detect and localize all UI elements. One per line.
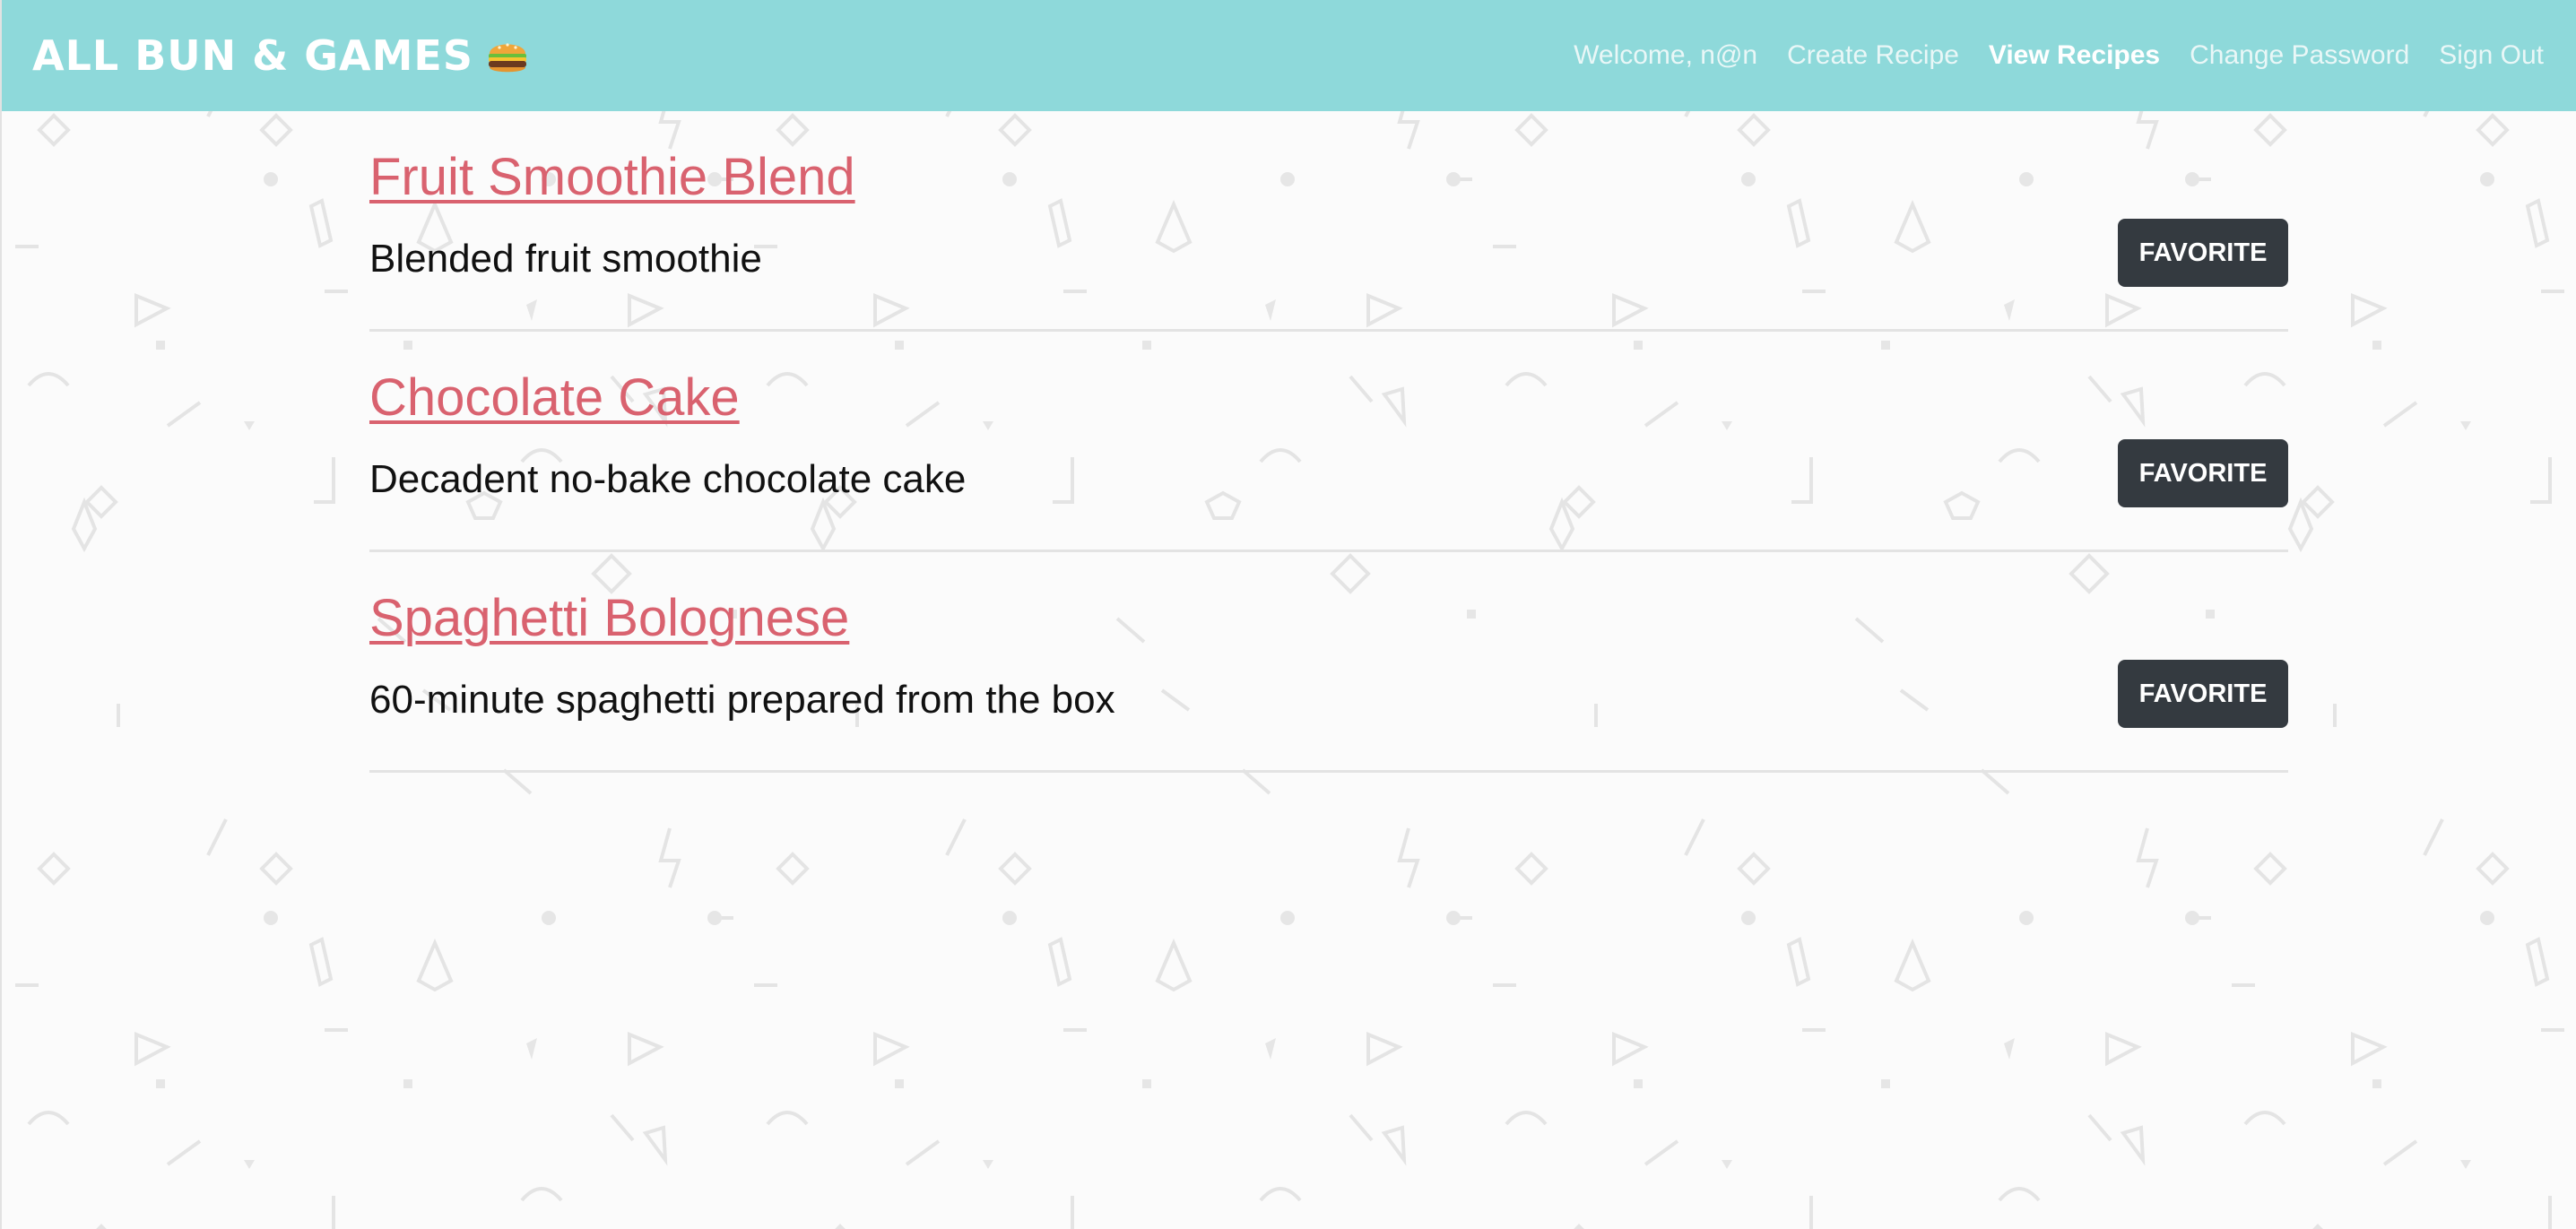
favorite-button[interactable]: FAVORITE bbox=[2118, 660, 2288, 728]
recipe-list: Fruit Smoothie Blend Blended fruit smoot… bbox=[369, 111, 2288, 773]
recipe-item: Spaghetti Bolognese 60-minute spaghetti … bbox=[369, 552, 2288, 773]
recipe-item: Chocolate Cake Decadent no-bake chocolat… bbox=[369, 332, 2288, 552]
welcome-text: Welcome, n@n bbox=[1574, 40, 1758, 70]
recipe-description: 60-minute spaghetti prepared from the bo… bbox=[369, 678, 1115, 722]
favorite-button[interactable]: FAVORITE bbox=[2118, 439, 2288, 507]
brand-title: ALL BUN & GAMES bbox=[32, 31, 473, 80]
favorite-button[interactable]: FAVORITE bbox=[2118, 219, 2288, 287]
nav-view-recipes[interactable]: View Recipes bbox=[1989, 40, 2160, 71]
nav-links: Welcome, n@n Create Recipe View Recipes … bbox=[1574, 40, 2544, 71]
brand-logo-link[interactable]: ALL BUN & GAMES bbox=[32, 31, 529, 80]
nav-sign-out[interactable]: Sign Out bbox=[2439, 40, 2544, 71]
recipe-title-link[interactable]: Fruit Smoothie Blend bbox=[369, 147, 855, 207]
recipe-item: Fruit Smoothie Blend Blended fruit smoot… bbox=[369, 111, 2288, 332]
nav-create-recipe[interactable]: Create Recipe bbox=[1787, 40, 1959, 71]
nav-change-password[interactable]: Change Password bbox=[2190, 40, 2409, 71]
recipe-title-link[interactable]: Spaghetti Bolognese bbox=[369, 588, 849, 648]
recipe-description: Blended fruit smoothie bbox=[369, 237, 762, 281]
top-navbar: ALL BUN & GAMES Welcome, n@n Create Reci… bbox=[2, 0, 2576, 111]
recipe-title-link[interactable]: Chocolate Cake bbox=[369, 368, 740, 428]
recipe-description: Decadent no-bake chocolate cake bbox=[369, 457, 967, 501]
hamburger-icon bbox=[488, 43, 526, 73]
